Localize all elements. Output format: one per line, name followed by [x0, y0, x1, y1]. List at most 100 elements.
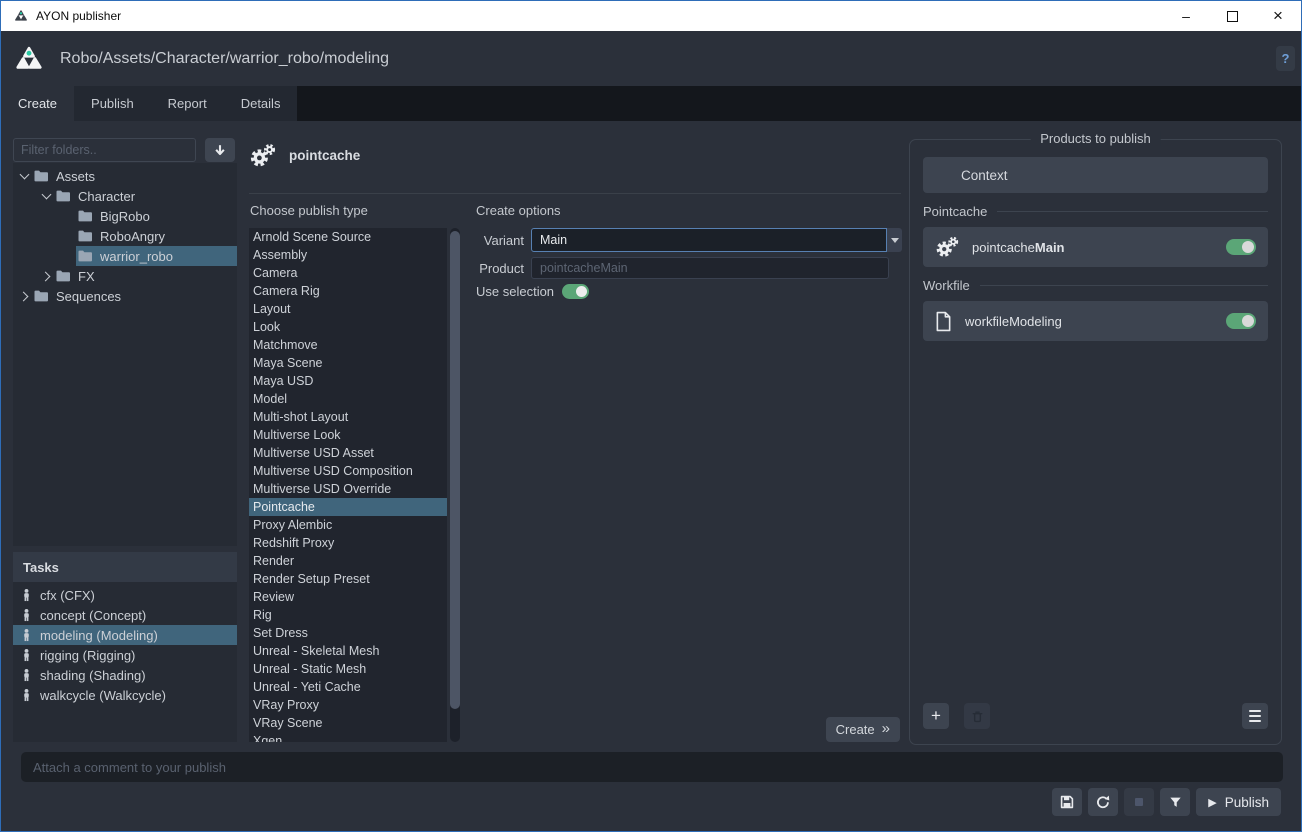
tasks-panel: Tasks cfx (CFX)concept (Concept)modeling… [13, 552, 237, 742]
divider [249, 193, 901, 194]
product-enabled-toggle[interactable] [1226, 239, 1256, 255]
tree-item-FX[interactable]: FX [13, 266, 237, 286]
publish-type-pointcache[interactable]: Pointcache [249, 498, 447, 516]
variant-input[interactable] [531, 228, 887, 252]
folder-icon [56, 270, 71, 282]
task-item-rigging[interactable]: rigging (Rigging) [13, 645, 237, 665]
close-button[interactable]: × [1255, 1, 1301, 31]
publish-type-unreal-static-mesh[interactable]: Unreal - Static Mesh [249, 660, 447, 678]
gears-icon [249, 142, 276, 169]
tab-details[interactable]: Details [224, 86, 298, 121]
tree-item-Sequences[interactable]: Sequences [13, 286, 237, 306]
tree-item-RoboAngry[interactable]: RoboAngry [13, 226, 237, 246]
go-to-current-context-button[interactable] [205, 138, 235, 162]
stop-button[interactable] [1124, 788, 1154, 816]
publish-type-layout[interactable]: Layout [249, 300, 447, 318]
task-list: cfx (CFX)concept (Concept)modeling (Mode… [13, 582, 237, 705]
publish-type-unreal-yeti-cache[interactable]: Unreal - Yeti Cache [249, 678, 447, 696]
task-item-shading[interactable]: shading (Shading) [13, 665, 237, 685]
publish-type-arnold-scene-source[interactable]: Arnold Scene Source [249, 228, 447, 246]
task-item-modeling[interactable]: modeling (Modeling) [13, 625, 237, 645]
person-icon [21, 608, 32, 622]
tab-report[interactable]: Report [151, 86, 224, 121]
folder-row-body[interactable]: Assets [32, 166, 237, 186]
publish-type-assembly[interactable]: Assembly [249, 246, 447, 264]
publish-type-matchmove[interactable]: Matchmove [249, 336, 447, 354]
use-selection-toggle[interactable] [562, 284, 589, 299]
publish-type-multiverse-usd-override[interactable]: Multiverse USD Override [249, 480, 447, 498]
publish-type-maya-scene[interactable]: Maya Scene [249, 354, 447, 372]
folder-row-body[interactable]: Character [54, 186, 237, 206]
chevron-right-icon[interactable] [39, 266, 54, 286]
context-button[interactable]: Context [923, 157, 1268, 193]
publish-type-render[interactable]: Render [249, 552, 447, 570]
create-button[interactable]: Create » [826, 717, 900, 742]
tab-bar-filler [297, 86, 1301, 121]
folder-row-body[interactable]: Sequences [32, 286, 237, 306]
tree-item-Assets[interactable]: Assets [13, 166, 237, 186]
task-item-cfx[interactable]: cfx (CFX) [13, 585, 237, 605]
publish-type-vray-proxy[interactable]: VRay Proxy [249, 696, 447, 714]
task-label: walkcycle (Walkcycle) [40, 688, 166, 703]
variant-label: Variant [474, 233, 524, 248]
folder-row-body[interactable]: warrior_robo [76, 246, 237, 266]
publish-type-proxy-alembic[interactable]: Proxy Alembic [249, 516, 447, 534]
tab-publish[interactable]: Publish [74, 86, 151, 121]
publish-type-rig[interactable]: Rig [249, 606, 447, 624]
footer-toolbar: ▶ Publish [1052, 788, 1281, 816]
publish-type-look[interactable]: Look [249, 318, 447, 336]
publish-type-list: Arnold Scene SourceAssemblyCameraCamera … [249, 228, 447, 742]
publish-type-render-setup-preset[interactable]: Render Setup Preset [249, 570, 447, 588]
delete-product-button[interactable] [964, 703, 990, 729]
publish-type-review[interactable]: Review [249, 588, 447, 606]
app-icon [14, 9, 28, 23]
chevron-down-icon[interactable] [39, 186, 54, 206]
stop-icon [1131, 794, 1147, 810]
publish-type-multiverse-look[interactable]: Multiverse Look [249, 426, 447, 444]
folder-filter-input[interactable] [13, 138, 196, 162]
publish-type-vray-scene[interactable]: VRay Scene [249, 714, 447, 732]
publish-type-maya-usd[interactable]: Maya USD [249, 372, 447, 390]
tree-item-warrior_robo[interactable]: warrior_robo [13, 246, 237, 266]
publish-type-unreal-skeletal-mesh[interactable]: Unreal - Skeletal Mesh [249, 642, 447, 660]
publish-button[interactable]: ▶ Publish [1196, 788, 1281, 816]
reset-button[interactable] [1088, 788, 1118, 816]
save-button[interactable] [1052, 788, 1082, 816]
products-panel-title: Products to publish [1030, 131, 1161, 146]
tab-create[interactable]: Create [1, 86, 74, 121]
refresh-icon [1095, 794, 1111, 810]
folder-label: Character [78, 189, 135, 204]
product-enabled-toggle[interactable] [1226, 313, 1256, 329]
chevron-right-icon[interactable] [17, 286, 32, 306]
tree-item-BigRobo[interactable]: BigRobo [13, 206, 237, 226]
publish-type-camera[interactable]: Camera [249, 264, 447, 282]
publish-type-redshift-proxy[interactable]: Redshift Proxy [249, 534, 447, 552]
variant-dropdown-button[interactable] [887, 228, 902, 252]
tree-item-Character[interactable]: Character [13, 186, 237, 206]
product-options-button[interactable] [1242, 703, 1268, 729]
help-button[interactable]: ? [1276, 46, 1295, 71]
publish-type-multiverse-usd-composition[interactable]: Multiverse USD Composition [249, 462, 447, 480]
publish-type-multi-shot-layout[interactable]: Multi-shot Layout [249, 408, 447, 426]
filter-button[interactable] [1160, 788, 1190, 816]
folder-row-body[interactable]: FX [54, 266, 237, 286]
product-card-workfileModeling[interactable]: workfileModeling [923, 301, 1268, 341]
publish-type-model[interactable]: Model [249, 390, 447, 408]
minimize-button[interactable]: – [1163, 1, 1209, 31]
publish-type-camera-rig[interactable]: Camera Rig [249, 282, 447, 300]
maximize-button[interactable] [1209, 1, 1255, 31]
publish-type-multiverse-usd-asset[interactable]: Multiverse USD Asset [249, 444, 447, 462]
comment-input[interactable] [21, 752, 1283, 782]
chevron-down-icon[interactable] [17, 166, 32, 186]
publish-type-scrollbar[interactable] [450, 228, 460, 742]
task-item-walkcycle[interactable]: walkcycle (Walkcycle) [13, 685, 237, 705]
add-product-button[interactable]: + [923, 703, 949, 729]
task-item-concept[interactable]: concept (Concept) [13, 605, 237, 625]
publish-type-set-dress[interactable]: Set Dress [249, 624, 447, 642]
folder-row-body[interactable]: RoboAngry [76, 226, 237, 246]
publish-type-xgen[interactable]: Xgen [249, 732, 447, 742]
scrollbar-thumb[interactable] [450, 231, 460, 709]
product-card-pointcacheMain[interactable]: pointcacheMain [923, 227, 1268, 267]
folder-label: Assets [56, 169, 95, 184]
folder-row-body[interactable]: BigRobo [76, 206, 237, 226]
